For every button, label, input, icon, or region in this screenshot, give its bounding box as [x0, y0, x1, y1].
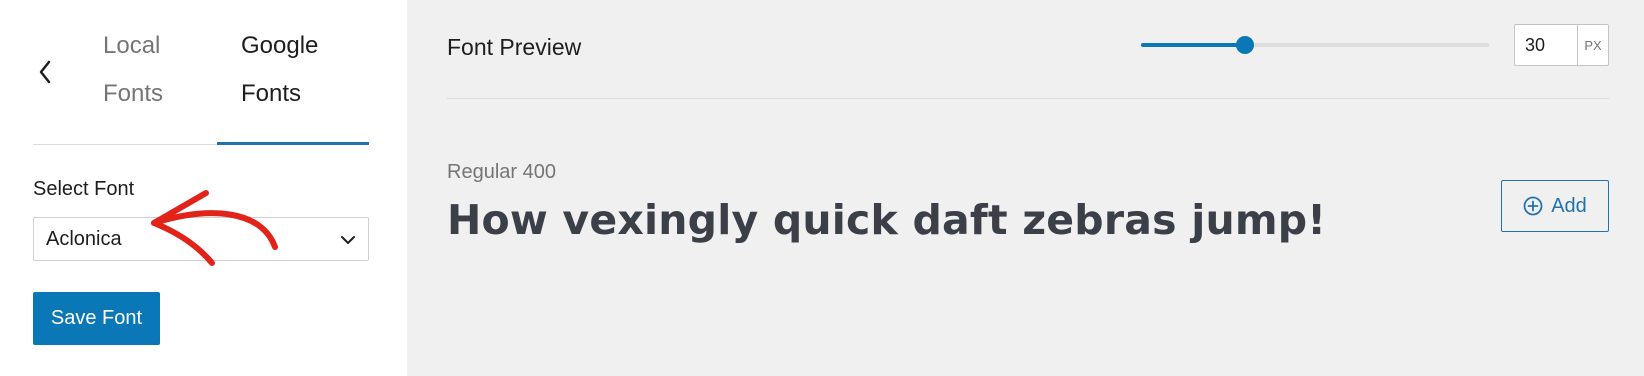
save-font-button[interactable]: Save Font: [33, 292, 160, 345]
red-arrow-annotation: [151, 190, 278, 266]
chevron-down-icon: [341, 236, 355, 244]
tab-google-label-line1: Google: [241, 32, 319, 59]
font-size-slider[interactable]: [1141, 36, 1489, 54]
font-size-unit: PX: [1577, 24, 1609, 66]
tab-google-label-line2: Fonts: [241, 80, 302, 107]
add-button-label: Add: [1551, 194, 1587, 217]
font-sample-text: How vexingly quick daft zebras jump!: [447, 196, 1327, 244]
preview-divider: [447, 98, 1609, 99]
tab-google-fonts[interactable]: Google Fonts: [241, 22, 361, 118]
tab-local-label-line1: Local: [103, 32, 161, 59]
font-preview-panel: Font Preview 30 PX Regular 400 How vexin…: [407, 0, 1644, 376]
add-font-variant-button[interactable]: Add: [1501, 180, 1609, 232]
select-font-label: Select Font: [33, 178, 135, 200]
back-button[interactable]: [30, 52, 60, 92]
tab-local-label-line2: Fonts: [103, 80, 164, 107]
font-library-sidebar: Local Fonts Google Fonts Select Font Acl…: [0, 0, 407, 376]
font-size-input[interactable]: 30: [1514, 24, 1578, 66]
font-preview-title: Font Preview: [447, 34, 582, 60]
plus-circle-icon: [1523, 196, 1543, 216]
chevron-left-icon: [39, 60, 51, 84]
font-select-value: Aclonica: [46, 228, 122, 250]
font-weight-label: Regular 400: [447, 161, 556, 183]
tab-local-fonts[interactable]: Local Fonts: [103, 22, 213, 118]
font-size-slider-fill: [1141, 43, 1246, 47]
active-tab-indicator: [217, 142, 369, 145]
font-size-slider-thumb[interactable]: [1236, 36, 1255, 54]
